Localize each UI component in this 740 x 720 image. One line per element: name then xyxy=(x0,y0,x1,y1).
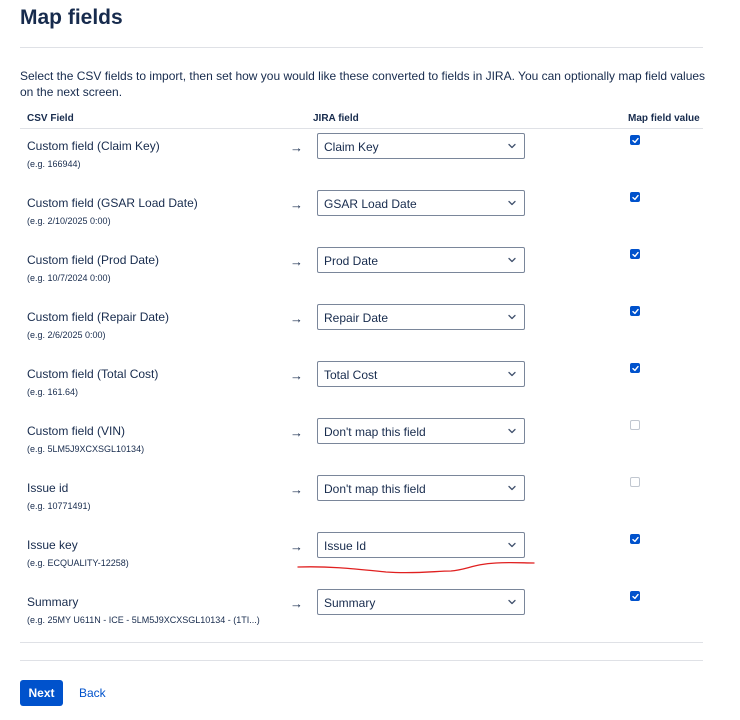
map-field-value-checkbox[interactable] xyxy=(630,534,640,544)
arrow-right-icon: → xyxy=(290,311,303,326)
check-icon xyxy=(632,593,639,600)
csv-field-example: (e.g. 10771491) xyxy=(27,501,91,511)
csv-field-name: Custom field (Total Cost) xyxy=(27,367,159,381)
chevron-down-icon xyxy=(508,143,516,149)
arrow-right-icon: → xyxy=(290,254,303,269)
footer-divider-top xyxy=(20,642,703,643)
jira-field-selected-value: Repair Date xyxy=(324,311,389,325)
check-icon xyxy=(632,251,639,258)
chevron-down-icon xyxy=(508,257,516,263)
csv-field-example: (e.g. 2/10/2025 0:00) xyxy=(27,216,111,226)
jira-field-selected-value: Issue Id xyxy=(324,539,367,553)
field-mapping-row: Custom field (Repair Date) (e.g. 2/6/2025… xyxy=(20,304,703,367)
csv-field-example: (e.g. ECQUALITY-12258) xyxy=(27,558,129,568)
map-field-value-checkbox[interactable] xyxy=(630,363,640,373)
jira-field-selected-value: Prod Date xyxy=(324,254,379,268)
csv-field-name: Custom field (VIN) xyxy=(27,424,126,438)
page-title: Map fields xyxy=(20,6,123,29)
csv-field-name: Issue id xyxy=(27,481,69,495)
jira-field-selected-value: GSAR Load Date xyxy=(324,197,417,211)
chevron-down-icon xyxy=(508,485,516,491)
map-field-value-checkbox[interactable] xyxy=(630,306,640,316)
next-button[interactable]: Next xyxy=(20,680,63,706)
column-header-map-field-value: Map field value xyxy=(628,113,700,124)
csv-field-example: (e.g. 5LM5J9XCXSGL10134) xyxy=(27,444,145,454)
csv-field-name: Summary xyxy=(27,595,79,609)
chevron-down-icon xyxy=(508,314,516,320)
arrow-right-icon: → xyxy=(290,368,303,383)
jira-field-select[interactable]: GSAR Load Date xyxy=(317,190,525,216)
csv-field-name: Issue key xyxy=(27,538,78,552)
jira-field-selected-value: Don't map this field xyxy=(324,425,426,439)
jira-field-selected-value: Total Cost xyxy=(324,368,378,382)
jira-field-select[interactable]: Don't map this field xyxy=(317,475,525,501)
arrow-right-icon: → xyxy=(290,482,303,497)
jira-field-select[interactable]: Claim Key xyxy=(317,133,525,159)
csv-field-example: (e.g. 166944) xyxy=(27,159,81,169)
back-link[interactable]: Back xyxy=(79,686,106,700)
check-icon xyxy=(632,536,639,543)
csv-field-name: Custom field (Prod Date) xyxy=(27,253,160,267)
chevron-down-icon xyxy=(508,371,516,377)
jira-field-select[interactable]: Repair Date xyxy=(317,304,525,330)
field-mapping-row: Custom field (VIN) (e.g. 5LM5J9XCXSGL1013… xyxy=(20,418,703,481)
map-field-value-checkbox[interactable] xyxy=(630,192,640,202)
field-mapping-row: Custom field (Total Cost) (e.g. 161.64) → T… xyxy=(20,361,703,424)
field-mapping-row: Issue id (e.g. 10771491) → Don't map this f… xyxy=(20,475,703,538)
footer-divider-bottom xyxy=(20,660,703,661)
field-mapping-row: Summary (e.g. 25MY U611N - ICE - 5LM5J9XC… xyxy=(20,589,703,652)
csv-field-example: (e.g. 10/7/2024 0:00) xyxy=(27,273,111,283)
map-field-value-checkbox[interactable] xyxy=(630,249,640,259)
jira-field-select[interactable]: Issue Id xyxy=(317,532,525,558)
map-field-value-checkbox[interactable] xyxy=(630,477,640,487)
map-field-value-checkbox[interactable] xyxy=(630,420,640,430)
chevron-down-icon xyxy=(508,542,516,548)
intro-text: Select the CSV fields to import, then se… xyxy=(20,69,706,99)
jira-field-select[interactable]: Don't map this field xyxy=(317,418,525,444)
csv-field-name: Custom field (Claim Key) xyxy=(27,139,160,153)
field-mapping-row: Issue key (e.g. ECQUALITY-12258) → Issue Id xyxy=(20,532,703,595)
title-divider xyxy=(20,47,703,48)
csv-field-name: Custom field (Repair Date) xyxy=(27,310,170,324)
map-field-value-checkbox[interactable] xyxy=(630,135,640,145)
jira-field-selected-value: Summary xyxy=(324,596,376,610)
field-mapping-row: Custom field (Claim Key) (e.g. 166944) → Cl… xyxy=(20,133,703,196)
jira-field-select[interactable]: Summary xyxy=(317,589,525,615)
chevron-down-icon xyxy=(508,428,516,434)
check-icon xyxy=(632,308,639,315)
map-field-value-checkbox[interactable] xyxy=(630,591,640,601)
jira-field-select[interactable]: Prod Date xyxy=(317,247,525,273)
check-icon xyxy=(632,194,639,201)
check-icon xyxy=(632,365,639,372)
csv-field-example: (e.g. 161.64) xyxy=(27,387,79,397)
csv-field-name: Custom field (GSAR Load Date) xyxy=(27,196,198,210)
chevron-down-icon xyxy=(508,200,516,206)
jira-field-selected-value: Claim Key xyxy=(324,140,379,154)
arrow-right-icon: → xyxy=(290,197,303,212)
csv-field-example: (e.g. 2/6/2025 0:00) xyxy=(27,330,106,340)
jira-field-select[interactable]: Total Cost xyxy=(317,361,525,387)
field-mapping-row: Custom field (GSAR Load Date) (e.g. 2/10/… xyxy=(20,190,703,253)
arrow-right-icon: → xyxy=(290,539,303,554)
chevron-down-icon xyxy=(508,599,516,605)
header-divider xyxy=(20,128,703,129)
arrow-right-icon: → xyxy=(290,596,303,611)
field-mapping-row: Custom field (Prod Date) (e.g. 10/7/2024 … xyxy=(20,247,703,310)
column-header-jira-field: JIRA field xyxy=(313,113,359,124)
column-header-csv-field: CSV Field xyxy=(27,113,74,124)
check-icon xyxy=(632,137,639,144)
jira-field-selected-value: Don't map this field xyxy=(324,482,426,496)
arrow-right-icon: → xyxy=(290,140,303,155)
csv-field-example: (e.g. 25MY U611N - ICE - 5LM5J9XCXSGL101… xyxy=(27,615,260,625)
arrow-right-icon: → xyxy=(290,425,303,440)
